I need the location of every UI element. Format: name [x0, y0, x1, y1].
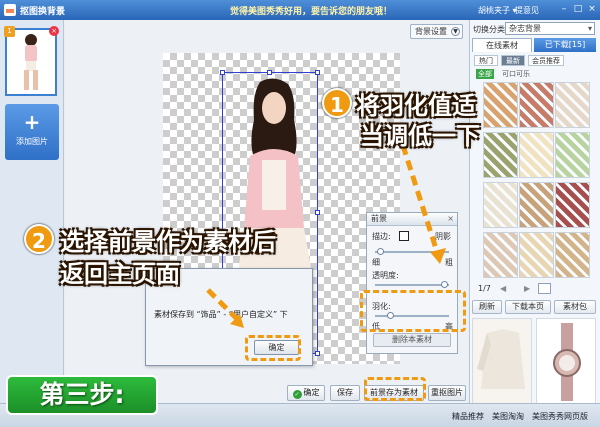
step-three-banner: 第三步:	[6, 375, 158, 415]
tip-text-1-line2: 当调低一下	[360, 122, 480, 150]
step-number-1: 1	[322, 88, 352, 118]
tip-text-2-line1: 选择前景作为素材后	[60, 228, 276, 256]
guide-arrows	[206, 129, 446, 328]
step-number-2: 2	[24, 224, 54, 254]
tip-text-2-line2: 返回主页面	[60, 260, 180, 288]
